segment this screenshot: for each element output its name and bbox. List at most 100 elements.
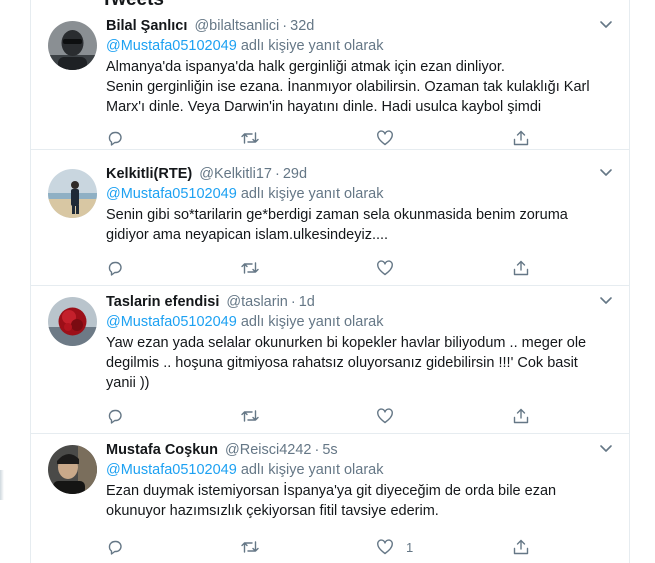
retweet-button[interactable] bbox=[240, 258, 260, 278]
tweet-header: Bilal Şanlıcı @bilaltsanlici · 32d bbox=[106, 16, 615, 36]
reply-mention-link[interactable]: @Mustafa05102049 bbox=[106, 38, 237, 54]
like-button[interactable] bbox=[376, 258, 406, 278]
like-button[interactable] bbox=[376, 128, 406, 148]
timestamp[interactable]: 5s bbox=[322, 442, 337, 458]
separator-dot: · bbox=[314, 442, 320, 458]
reply-button[interactable] bbox=[106, 258, 124, 278]
tweet-text: Yaw ezan yada selalar okunurken bi kopek… bbox=[106, 333, 615, 393]
avatar-image bbox=[48, 445, 97, 494]
reply-icon bbox=[108, 409, 122, 424]
reply-button[interactable] bbox=[106, 406, 124, 426]
user-handle[interactable]: @Reisci4242 bbox=[225, 442, 311, 458]
reply-to-label: adlı kişiye yanıt olarak bbox=[236, 462, 384, 478]
like-button[interactable]: 1 bbox=[376, 537, 413, 557]
tweet[interactable]: Taslarin efendisi @taslarin · 1d @Mustafa0… bbox=[31, 286, 629, 434]
share-icon bbox=[513, 130, 529, 146]
tweet-text-line: degilmis .. hoşuna gitmiyosa rahatsız ol… bbox=[106, 355, 578, 371]
tweet[interactable]: Kelkitli(RTE) @Kelkitli17 · 29d @Mustafa05… bbox=[31, 158, 629, 286]
page-title: Tweets bbox=[101, 0, 164, 10]
like-count: 1 bbox=[406, 539, 414, 555]
separator-dot: · bbox=[282, 18, 288, 34]
reply-icon bbox=[108, 261, 122, 276]
tweet-text: Almanya'da ispanya'da halk gerginliği at… bbox=[106, 57, 615, 117]
tweet[interactable]: Bilal Şanlıcı @bilaltsanlici · 32d @Mustaf… bbox=[31, 10, 629, 150]
timestamp[interactable]: 32d bbox=[290, 18, 314, 34]
timeline-column: Tweets Bilal Şanlıcı @bilaltsanlici·32d … bbox=[30, 0, 630, 563]
tweet-header: Mustafa Coşkun @Reisci4242 · 5s bbox=[106, 440, 615, 460]
timestamp[interactable]: 1d bbox=[299, 294, 315, 310]
reply-icon bbox=[108, 131, 122, 146]
display-name[interactable]: Bilal Şanlıcı bbox=[106, 18, 187, 34]
page-edge-shadow bbox=[0, 470, 4, 500]
reply-mention-link[interactable]: @Mustafa05102049 bbox=[106, 462, 237, 478]
tweet-actions bbox=[106, 406, 536, 426]
tweet-body: Mustafa Coşkun @Reisci4242 · 5s @Mustafa05… bbox=[106, 440, 615, 521]
tweet[interactable]: Mustafa Coşkun @Reisci4242 · 5s @Mustafa05… bbox=[31, 434, 629, 563]
retweet-icon bbox=[241, 541, 259, 553]
timeline-header: Tweets bbox=[31, 0, 629, 10]
heart-icon bbox=[377, 130, 393, 146]
retweet-button[interactable] bbox=[240, 537, 260, 557]
timestamp[interactable]: 29d bbox=[283, 166, 307, 182]
retweet-icon bbox=[241, 262, 259, 274]
avatar-image bbox=[48, 21, 97, 70]
tweet-text-line: gidiyor ama neyapican islam.ulkesindeyiz… bbox=[106, 227, 389, 243]
avatar-image bbox=[48, 297, 97, 346]
replying-to: @Mustafa05102049 adlı kişiye yanıt olara… bbox=[106, 37, 615, 56]
heart-icon bbox=[377, 408, 393, 424]
avatar[interactable] bbox=[48, 445, 97, 494]
reply-to-label: adlı kişiye yanıt olarak bbox=[236, 314, 384, 330]
tweet-text-line: Ezan duymak istemiyorsan İspanya'ya git … bbox=[106, 483, 557, 499]
chevron-down-icon[interactable] bbox=[599, 20, 613, 30]
share-button[interactable] bbox=[512, 128, 530, 148]
reply-button[interactable] bbox=[106, 128, 124, 148]
reply-mention-link[interactable]: @Mustafa05102049 bbox=[106, 314, 237, 330]
reply-mention-link[interactable]: @Mustafa05102049 bbox=[106, 186, 237, 202]
tweet-text: Ezan duymak istemiyorsan İspanya'ya git … bbox=[106, 481, 615, 521]
retweet-button[interactable] bbox=[240, 406, 260, 426]
retweet-icon bbox=[241, 410, 259, 422]
retweet-button[interactable] bbox=[240, 128, 260, 148]
share-button[interactable] bbox=[512, 537, 530, 557]
share-icon bbox=[513, 408, 529, 424]
tweet-actions bbox=[106, 258, 536, 278]
user-handle[interactable]: @Kelkitli17 bbox=[199, 166, 272, 182]
share-icon bbox=[513, 260, 529, 276]
tweet-header: Taslarin efendisi @taslarin · 1d bbox=[106, 292, 615, 312]
tweet-actions: 1 bbox=[106, 537, 536, 557]
tweet-text-line: Senin gibi so*tarilarin ge*berdigi zaman… bbox=[106, 207, 568, 223]
heart-icon bbox=[377, 539, 393, 555]
user-handle[interactable]: @bilaltsanlici bbox=[194, 18, 279, 34]
user-handle[interactable]: @taslarin bbox=[226, 294, 287, 310]
avatar[interactable] bbox=[48, 169, 97, 218]
chevron-down-icon[interactable] bbox=[599, 444, 613, 454]
display-name[interactable]: Mustafa Coşkun bbox=[106, 442, 218, 458]
replying-to: @Mustafa05102049 adlı kişiye yanıt olara… bbox=[106, 313, 615, 332]
tweet-body: Bilal Şanlıcı @bilaltsanlici · 32d @Mustaf… bbox=[106, 16, 615, 117]
tweet-text-line: Almanya'da ispanya'da halk gerginliği at… bbox=[106, 59, 505, 75]
heart-icon bbox=[377, 260, 393, 276]
tweet-header: Kelkitli(RTE) @Kelkitli17 · 29d bbox=[106, 164, 615, 184]
share-button[interactable] bbox=[512, 406, 530, 426]
display-name[interactable]: Kelkitli(RTE) bbox=[106, 166, 192, 182]
retweet-icon bbox=[241, 132, 259, 144]
tweet-text-line: Senin gerginliğin ise ezana. İnanmıyor o… bbox=[106, 79, 590, 95]
tweet-actions bbox=[106, 128, 536, 148]
reply-to-label: adlı kişiye yanıt olarak bbox=[236, 186, 384, 202]
avatar[interactable] bbox=[48, 297, 97, 346]
tweet-text-line: Yaw ezan yada selalar okunurken bi kopek… bbox=[106, 335, 587, 351]
tweet-text-line: okunuyor hazımsızlık çekiyorsan fitil ta… bbox=[106, 503, 439, 519]
share-button[interactable] bbox=[512, 258, 530, 278]
tweet-text-line: yanii )) bbox=[106, 375, 150, 391]
tweet-body: Taslarin efendisi @taslarin · 1d @Mustafa0… bbox=[106, 292, 615, 393]
chevron-down-icon[interactable] bbox=[599, 168, 613, 178]
like-button[interactable] bbox=[376, 406, 406, 426]
chevron-down-icon[interactable] bbox=[599, 296, 613, 306]
tweet-text: Senin gibi so*tarilarin ge*berdigi zaman… bbox=[106, 205, 615, 245]
separator-dot: · bbox=[290, 294, 296, 310]
reply-button[interactable] bbox=[106, 537, 124, 557]
share-icon bbox=[513, 539, 529, 555]
avatar[interactable] bbox=[48, 21, 97, 70]
reply-to-label: adlı kişiye yanıt olarak bbox=[236, 38, 384, 54]
display-name[interactable]: Taslarin efendisi bbox=[106, 294, 219, 310]
